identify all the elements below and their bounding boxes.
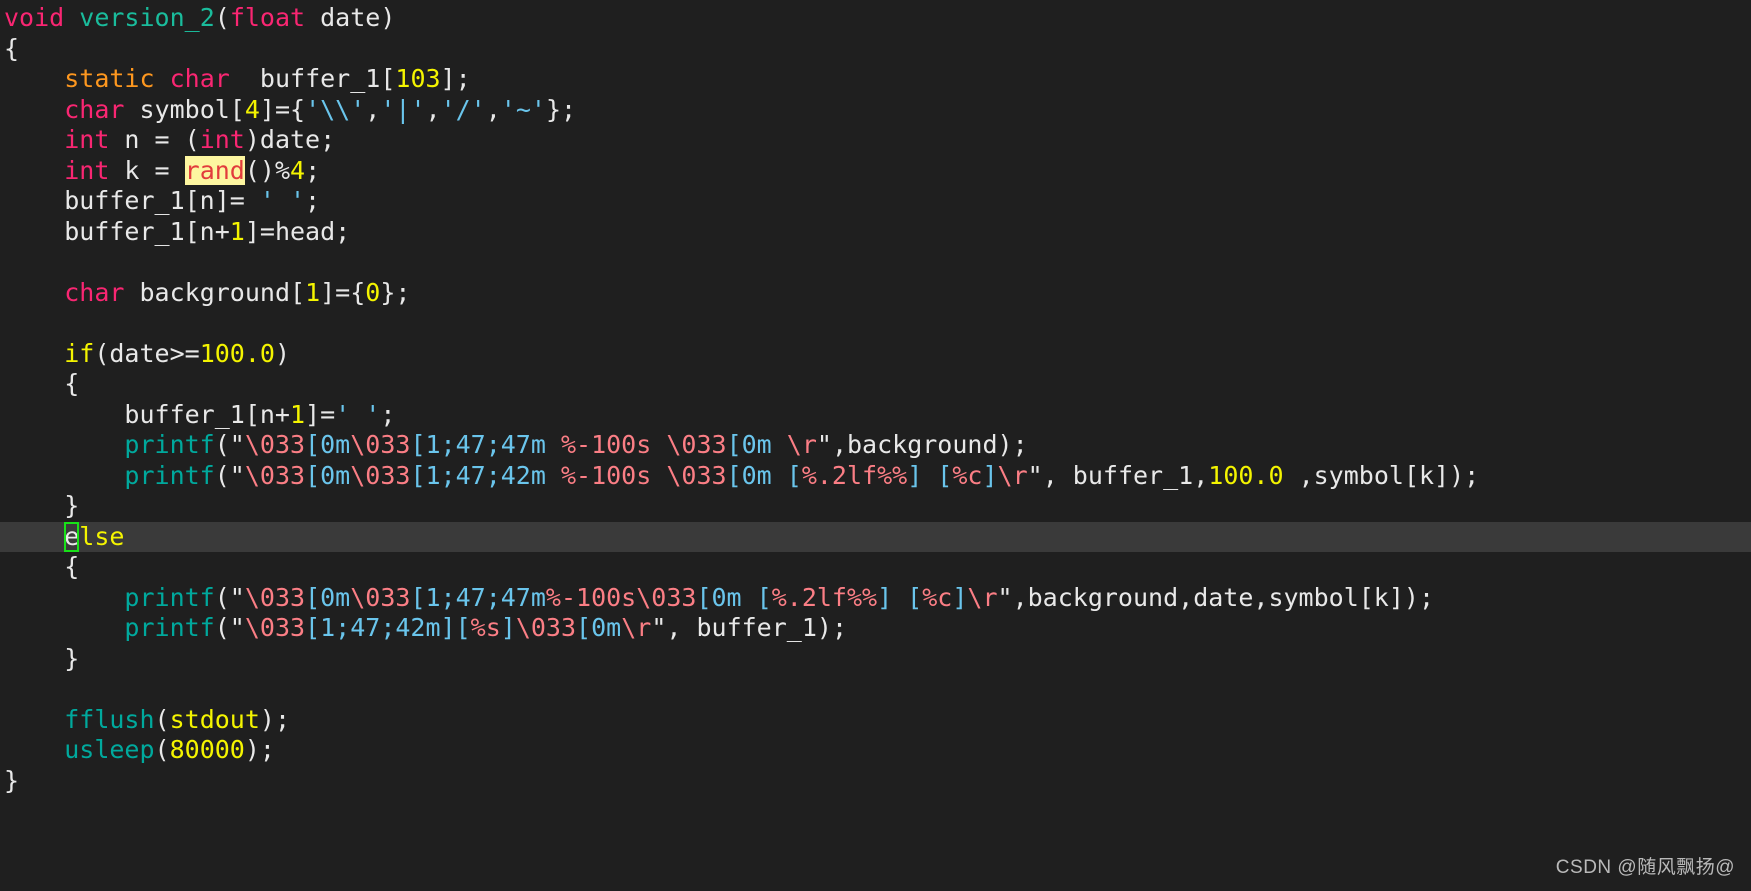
code-line[interactable]: printf("\033[0m\033[1;47;42m %-100s \033… [0, 461, 1751, 492]
token-keyword: char [64, 94, 125, 124]
code-line[interactable]: buffer_1[n]= ' '; [0, 186, 1751, 217]
code-line[interactable]: printf("\033[0m\033[1;47;47m%-100s\033[0… [0, 583, 1751, 614]
code-line-empty[interactable] [0, 308, 1751, 339]
token-keyword: int [64, 125, 110, 154]
token-keyword: float [229, 3, 306, 32]
token-escape: \033 [636, 582, 697, 612]
token-function-call: fflush [64, 704, 155, 734]
watermark: CSDN @随风飘扬@ [1555, 856, 1735, 878]
token-format: %-100s [560, 430, 652, 459]
token-constant: stdout [169, 704, 260, 734]
code-line[interactable]: char background[1]={0}; [0, 278, 1751, 309]
code-line[interactable]: printf("\033[1;47;42m][%s]\033[0m\r", bu… [0, 613, 1751, 644]
token-char: '|' [380, 94, 426, 124]
token-number: 1 [305, 277, 321, 307]
token-format: %-100s [560, 460, 652, 490]
code-line[interactable]: int n = (int)date; [0, 125, 1751, 156]
token-escape: \r [997, 460, 1028, 490]
code-line[interactable]: } [0, 766, 1751, 797]
token-number: 4 [244, 94, 260, 124]
token-escape: \033 [515, 613, 577, 642]
token-format: %.2lf%% [771, 582, 878, 612]
token-function-call: printf [124, 430, 215, 459]
token-number: 1 [289, 399, 306, 429]
code-line[interactable]: usleep(80000); [0, 735, 1751, 766]
code-line[interactable]: int k = rand()%4; [0, 155, 1751, 187]
token-format: %-100s [545, 582, 637, 612]
code-line[interactable]: } [0, 644, 1751, 675]
token-escape: \r [967, 582, 998, 612]
token-function-call: usleep [64, 735, 155, 764]
token-escape: \033 [244, 582, 306, 612]
code-line[interactable]: buffer_1[n+1]=head; [0, 217, 1751, 248]
token-char: '~' [500, 94, 546, 124]
token-keyword: int [64, 155, 110, 185]
token-char: '\\' [305, 94, 366, 124]
code-line[interactable]: { [0, 34, 1751, 65]
token-char: ' ' [335, 399, 381, 429]
token-escape: \033 [244, 430, 306, 459]
token-format: %s [470, 613, 501, 642]
token-format: %c [952, 460, 983, 490]
code-line[interactable]: printf("\033[0m\033[1;47;47m %-100s \033… [0, 430, 1751, 461]
code-line-empty[interactable] [0, 674, 1751, 705]
token-function-call: printf [124, 460, 215, 490]
code-editor[interactable]: void version_2(float date) { static char… [0, 0, 1751, 891]
token-number: 80000 [169, 735, 245, 764]
text-cursor[interactable]: e [64, 521, 80, 552]
token-function-call: printf [124, 613, 215, 642]
token-escape: \033 [350, 430, 411, 459]
code-line-current[interactable]: else [0, 521, 1751, 552]
code-line[interactable]: if(date>=100.0) [0, 339, 1751, 370]
token-control: lse [79, 521, 125, 551]
token-format: %c [922, 582, 953, 612]
token-number: 103 [395, 64, 441, 93]
token-function-name: version_2 [79, 3, 215, 32]
token-keyword: void [4, 3, 65, 32]
token-escape: \033 [350, 460, 411, 490]
token-escape: \033 [244, 460, 306, 490]
token-number: 4 [290, 155, 306, 185]
token-escape: \r [621, 613, 652, 642]
token-number: 100.0 [1208, 460, 1284, 490]
token-number: 1 [229, 216, 245, 246]
code-line[interactable]: char symbol[4]={'\\','|','/','~'}; [0, 95, 1751, 126]
code-line[interactable]: } [0, 491, 1751, 522]
code-line[interactable]: fflush(stdout); [0, 705, 1751, 736]
token-keyword: int [199, 125, 245, 154]
token-escape: \r [786, 430, 817, 459]
token-format: %.2lf%% [801, 460, 908, 490]
token-number: 0 [365, 277, 381, 307]
code-line[interactable]: { [0, 552, 1751, 583]
token-control: if [64, 338, 95, 368]
token-char: '/' [440, 94, 486, 124]
token-escape: \033 [350, 582, 411, 612]
token-storage: static [64, 64, 155, 93]
token-char: ' ' [259, 186, 306, 215]
token-function-call: printf [124, 582, 215, 612]
code-line-empty[interactable] [0, 247, 1751, 278]
token-keyword: char [169, 64, 230, 93]
token-escape: \033 [244, 613, 306, 642]
token-escape: \033 [666, 430, 727, 459]
token-escape: \033 [666, 460, 727, 490]
code-line[interactable]: static char buffer_1[103]; [0, 64, 1751, 95]
token-keyword: char [64, 277, 125, 307]
code-line[interactable]: { [0, 369, 1751, 400]
code-line[interactable]: buffer_1[n+1]=' '; [0, 400, 1751, 431]
code-line[interactable]: void version_2(float date) [0, 3, 1751, 34]
search-match-highlight: rand [184, 155, 245, 185]
token-number: 100.0 [199, 338, 275, 368]
